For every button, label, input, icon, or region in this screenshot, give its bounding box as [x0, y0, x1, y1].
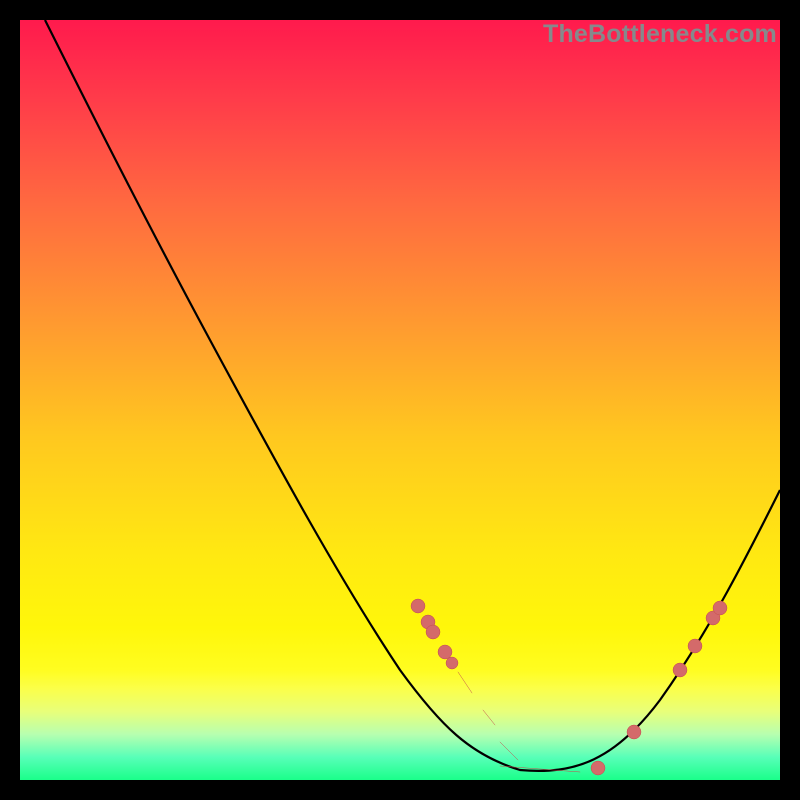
bottleneck-curve-svg	[20, 20, 780, 780]
marker-dot	[713, 601, 727, 615]
marker-dot	[688, 639, 702, 653]
marker-dot	[426, 625, 440, 639]
marker-dot	[673, 663, 687, 677]
bottleneck-curve	[45, 20, 780, 771]
marker-pill	[500, 742, 518, 760]
marker-pill	[458, 672, 472, 693]
marker-dot	[438, 645, 452, 659]
chart-frame: TheBottleneck.com	[20, 20, 780, 780]
marker-dot	[591, 761, 605, 775]
marker-dot	[411, 599, 425, 613]
markers-group	[411, 599, 727, 775]
marker-dot	[627, 725, 641, 739]
marker-pill	[483, 710, 495, 725]
marker-dot	[446, 657, 458, 669]
